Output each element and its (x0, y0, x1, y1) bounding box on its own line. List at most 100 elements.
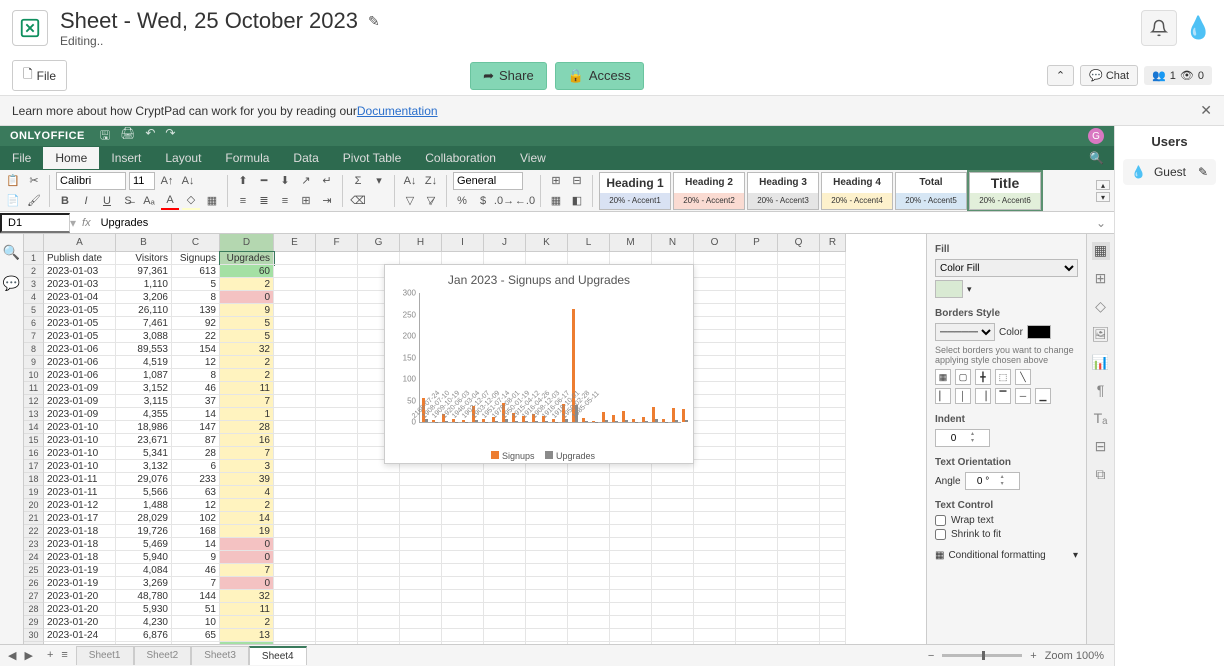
super-sub-icon[interactable]: Aₐ (140, 192, 158, 210)
data-cell[interactable] (778, 434, 820, 447)
data-cell[interactable] (778, 382, 820, 395)
data-cell[interactable]: 4 (220, 486, 274, 499)
data-cell[interactable] (274, 304, 316, 317)
data-cell[interactable] (274, 538, 316, 551)
data-cell[interactable]: 11 (220, 382, 274, 395)
col-header-P[interactable]: P (736, 234, 778, 252)
data-cell[interactable]: 2023-01-05 (44, 304, 116, 317)
inc-decimal-icon[interactable]: .0→ (495, 192, 513, 210)
cond-format-icon[interactable]: ◧ (568, 192, 586, 210)
header-cell[interactable]: Upgrades (220, 252, 274, 265)
row-header[interactable]: 22 (24, 525, 44, 538)
data-cell[interactable] (610, 499, 652, 512)
data-cell[interactable]: 32 (220, 590, 274, 603)
add-sheet-icon[interactable]: + (45, 649, 55, 662)
data-cell[interactable] (442, 590, 484, 603)
data-cell[interactable] (778, 551, 820, 564)
data-cell[interactable] (778, 603, 820, 616)
data-cell[interactable]: 13 (220, 629, 274, 642)
data-cell[interactable] (316, 577, 358, 590)
data-cell[interactable] (820, 317, 846, 330)
header-cell[interactable] (274, 252, 316, 265)
data-cell[interactable] (652, 577, 694, 590)
data-cell[interactable] (778, 616, 820, 629)
data-cell[interactable] (400, 616, 442, 629)
col-header-I[interactable]: I (442, 234, 484, 252)
data-cell[interactable]: 63 (172, 486, 220, 499)
paste-icon[interactable]: 📄 (4, 192, 22, 210)
data-cell[interactable] (274, 408, 316, 421)
data-cell[interactable] (400, 603, 442, 616)
data-cell[interactable] (526, 499, 568, 512)
clear-filter-icon[interactable]: ▽̷ (422, 192, 440, 210)
data-cell[interactable] (736, 642, 778, 644)
data-cell[interactable] (358, 603, 400, 616)
data-cell[interactable] (442, 512, 484, 525)
data-cell[interactable]: 9 (220, 304, 274, 317)
data-cell[interactable]: 87 (172, 434, 220, 447)
data-cell[interactable] (694, 421, 736, 434)
zoom-slider[interactable] (942, 654, 1022, 657)
data-cell[interactable] (274, 642, 316, 644)
data-cell[interactable] (274, 447, 316, 460)
data-cell[interactable] (316, 616, 358, 629)
border-style-select[interactable]: ────── (935, 323, 995, 341)
zoom-out-icon[interactable]: − (928, 650, 934, 662)
decrease-font-icon[interactable]: A↓ (179, 172, 197, 190)
data-cell[interactable]: 23,671 (116, 434, 172, 447)
data-cell[interactable]: 46 (172, 382, 220, 395)
data-cell[interactable] (442, 499, 484, 512)
data-cell[interactable] (316, 486, 358, 499)
data-cell[interactable]: 2,168 (172, 642, 220, 644)
row-header[interactable]: 17 (24, 460, 44, 473)
data-cell[interactable]: 97,361 (116, 265, 172, 278)
sort-desc-icon[interactable]: Z↓ (422, 172, 440, 190)
data-cell[interactable] (694, 512, 736, 525)
data-cell[interactable] (316, 447, 358, 460)
align-middle-icon[interactable]: ━ (255, 172, 273, 190)
data-cell[interactable] (358, 499, 400, 512)
data-cell[interactable]: 4,519 (116, 356, 172, 369)
data-cell[interactable] (736, 317, 778, 330)
data-cell[interactable] (610, 590, 652, 603)
data-cell[interactable] (694, 447, 736, 460)
data-cell[interactable] (442, 538, 484, 551)
data-cell[interactable] (820, 629, 846, 642)
data-cell[interactable] (274, 512, 316, 525)
data-cell[interactable]: 28 (172, 447, 220, 460)
sheet-tab-sheet4[interactable]: Sheet4 (249, 646, 307, 665)
formula-input[interactable] (97, 215, 1088, 231)
menu-pivot-table[interactable]: Pivot Table (331, 147, 413, 169)
row-header[interactable]: 24 (24, 551, 44, 564)
data-cell[interactable] (694, 395, 736, 408)
data-cell[interactable] (694, 356, 736, 369)
data-cell[interactable] (484, 564, 526, 577)
data-cell[interactable] (274, 460, 316, 473)
data-cell[interactable] (610, 577, 652, 590)
data-cell[interactable] (652, 499, 694, 512)
data-cell[interactable]: 2023-01-11 (44, 486, 116, 499)
data-cell[interactable]: 28 (220, 421, 274, 434)
data-cell[interactable] (820, 486, 846, 499)
user-avatar[interactable]: G (1088, 128, 1104, 144)
data-cell[interactable] (736, 343, 778, 356)
cell-settings-icon[interactable]: ▦ (1092, 242, 1110, 260)
data-cell[interactable] (736, 291, 778, 304)
data-cell[interactable] (610, 629, 652, 642)
delete-cells-icon[interactable]: ⊟ (568, 172, 586, 190)
data-cell[interactable] (358, 616, 400, 629)
data-cell[interactable] (820, 512, 846, 525)
align-right-icon[interactable]: ≡ (276, 192, 294, 210)
header-cell[interactable]: Signups (172, 252, 220, 265)
notifications-button[interactable] (1141, 10, 1177, 46)
data-cell[interactable] (358, 525, 400, 538)
borders-icon[interactable]: ▦ (203, 192, 221, 210)
data-cell[interactable] (316, 291, 358, 304)
data-cell[interactable]: 0 (220, 577, 274, 590)
data-cell[interactable]: 2023-01-10 (44, 447, 116, 460)
data-cell[interactable]: 147 (172, 421, 220, 434)
data-cell[interactable] (820, 330, 846, 343)
data-cell[interactable]: 2023-01-18 (44, 551, 116, 564)
search-icon[interactable]: 🔍 (1077, 147, 1114, 169)
row-header[interactable]: 20 (24, 499, 44, 512)
